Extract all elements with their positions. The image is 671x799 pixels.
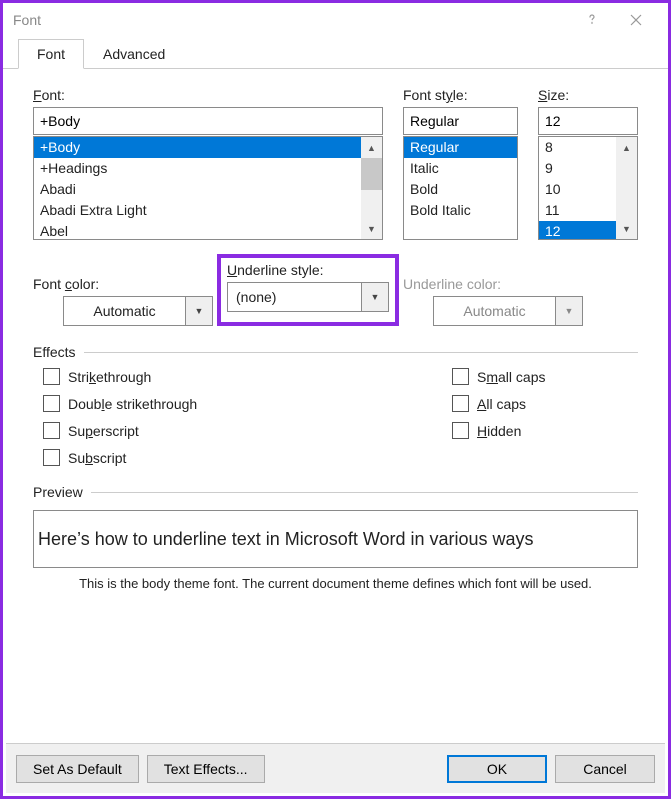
list-item[interactable]: 10 (539, 179, 616, 200)
font-dialog: Font Font Advanced Font: +Body +Headings… (0, 0, 671, 799)
preview-text: Here’s how to underline text in Microsof… (38, 529, 534, 550)
text-effects-button[interactable]: Text Effects... (147, 755, 265, 783)
list-item[interactable]: Regular (404, 137, 517, 158)
cancel-button[interactable]: Cancel (555, 755, 655, 783)
scroll-down-icon[interactable]: ▼ (361, 218, 382, 239)
scroll-up-icon[interactable]: ▲ (616, 137, 637, 158)
font-style-input[interactable] (403, 107, 518, 135)
close-button[interactable] (614, 5, 658, 35)
underline-style-value: (none) (236, 289, 276, 305)
chevron-down-icon: ▼ (555, 296, 583, 326)
preview-group: Preview (33, 484, 638, 500)
tab-font[interactable]: Font (18, 39, 84, 69)
all-caps-checkbox[interactable]: All caps (452, 395, 638, 412)
dialog-button-bar: Set As Default Text Effects... OK Cancel (6, 743, 665, 793)
scroll-up-icon[interactable]: ▲ (361, 137, 382, 158)
hidden-checkbox[interactable]: Hidden (452, 422, 638, 439)
list-item[interactable]: +Body (34, 137, 361, 158)
scroll-down-icon[interactable]: ▼ (616, 218, 637, 239)
scrollbar[interactable]: ▲ ▼ (361, 137, 382, 239)
subscript-checkbox[interactable]: Subscript (43, 449, 322, 466)
font-size-input[interactable] (538, 107, 638, 135)
ok-button[interactable]: OK (447, 755, 547, 783)
help-button[interactable] (570, 5, 614, 35)
superscript-checkbox[interactable]: Superscript (43, 422, 322, 439)
list-item[interactable]: 12 (539, 221, 616, 239)
font-name-input[interactable] (33, 107, 383, 135)
font-label: Font: (33, 87, 383, 103)
font-color-label: Font color: (33, 276, 213, 292)
preview-caption: This is the body theme font. The current… (33, 576, 638, 591)
underline-color-label: Underline color: (403, 276, 603, 292)
small-caps-checkbox[interactable]: Small caps (452, 368, 638, 385)
list-item[interactable]: 11 (539, 200, 616, 221)
dialog-title: Font (13, 12, 41, 28)
font-size-list[interactable]: 8 9 10 11 12 ▲ ▼ (538, 136, 638, 240)
underline-style-highlight: Underline style: (none) ▼ (217, 254, 399, 326)
double-strikethrough-checkbox[interactable]: Double strikethrough (43, 395, 322, 412)
chevron-down-icon[interactable]: ▼ (185, 296, 213, 326)
effects-group: Effects (33, 344, 638, 360)
font-style-label: Font style: (403, 87, 518, 103)
list-item[interactable]: Abadi Extra Light (34, 200, 361, 221)
strikethrough-checkbox[interactable]: Strikethrough (43, 368, 322, 385)
title-bar: Font (3, 3, 668, 37)
font-list[interactable]: +Body +Headings Abadi Abadi Extra Light … (33, 136, 383, 240)
list-item[interactable]: Abadi (34, 179, 361, 200)
underline-color-value: Automatic (463, 303, 525, 319)
preview-box: Here’s how to underline text in Microsof… (33, 510, 638, 568)
tab-bar: Font Advanced (3, 37, 668, 69)
font-color-combo[interactable]: Automatic ▼ (63, 296, 213, 326)
preview-label: Preview (33, 484, 83, 500)
underline-style-label: Underline style: (227, 262, 389, 278)
underline-color-combo: Automatic ▼ (433, 296, 583, 326)
scrollbar[interactable]: ▲ ▼ (616, 137, 637, 239)
underline-style-combo[interactable]: (none) ▼ (227, 282, 389, 312)
list-item[interactable]: +Headings (34, 158, 361, 179)
list-item[interactable]: Bold Italic (404, 200, 517, 221)
effects-label: Effects (33, 344, 76, 360)
list-item[interactable]: 9 (539, 158, 616, 179)
font-color-value: Automatic (93, 303, 155, 319)
font-style-list[interactable]: Regular Italic Bold Bold Italic (403, 136, 518, 240)
size-label: Size: (538, 87, 638, 103)
set-default-button[interactable]: Set As Default (16, 755, 139, 783)
tab-advanced[interactable]: Advanced (84, 39, 184, 68)
list-item[interactable]: Abel (34, 221, 361, 239)
list-item[interactable]: Bold (404, 179, 517, 200)
list-item[interactable]: Italic (404, 158, 517, 179)
chevron-down-icon[interactable]: ▼ (361, 282, 389, 312)
list-item[interactable]: 8 (539, 137, 616, 158)
